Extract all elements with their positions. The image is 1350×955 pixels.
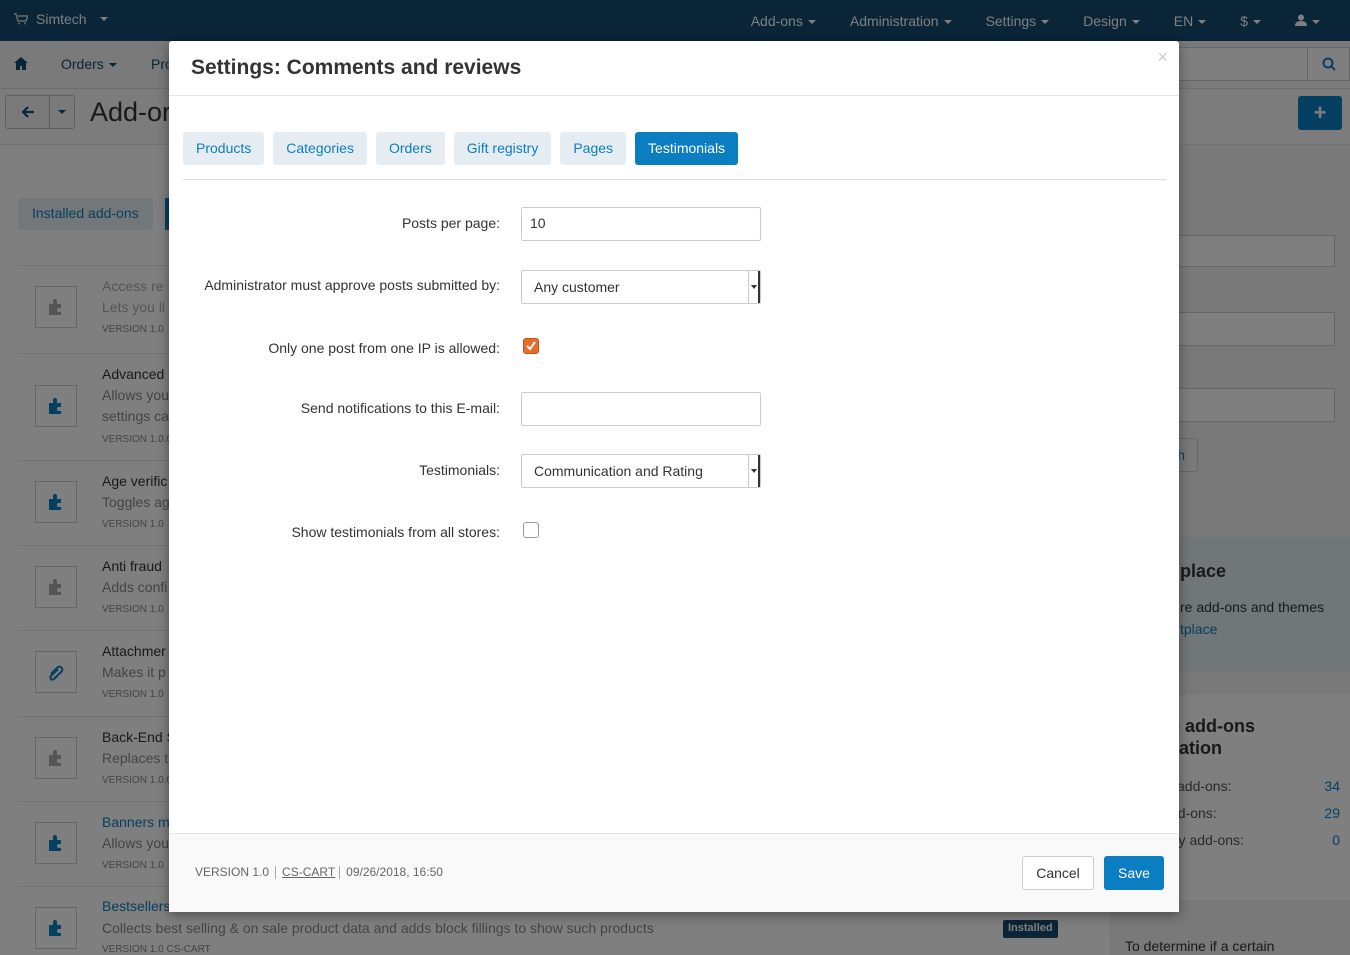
posts-per-page-label: Posts per page: — [401, 215, 500, 231]
tab-pages[interactable]: Pages — [560, 132, 627, 165]
testimonials-value: Communication and Rating — [534, 463, 703, 479]
dialog-title: Settings: Comments and reviews — [191, 56, 522, 79]
divider — [275, 866, 277, 880]
cancel-button[interactable]: Cancel — [1022, 856, 1094, 890]
settings-tabs: Products Categories Orders Gift registry… — [183, 132, 739, 165]
addon-meta: VERSION 1.0 CS-CART 09/26/2018, 16:50 — [195, 865, 443, 880]
one-post-per-ip-label: Only one post from one IP is allowed: — [268, 340, 500, 356]
checkmark-icon — [526, 341, 536, 351]
tab-gift-registry[interactable]: Gift registry — [453, 132, 552, 165]
close-icon[interactable]: × — [1157, 47, 1168, 68]
notification-email-input[interactable] — [521, 392, 761, 426]
tab-categories[interactable]: Categories — [273, 132, 367, 165]
testimonials-select[interactable]: Communication and Rating — [521, 454, 761, 488]
one-post-per-ip-checkbox[interactable] — [523, 338, 539, 354]
settings-dialog: Settings: Comments and reviews × Product… — [169, 41, 1179, 912]
chevron-down-icon — [748, 455, 760, 487]
chevron-down-icon — [748, 271, 760, 303]
divider — [339, 866, 341, 880]
tab-orders[interactable]: Orders — [375, 132, 445, 165]
posts-per-page-input[interactable]: 10 — [521, 207, 761, 241]
tab-products[interactable]: Products — [183, 132, 265, 165]
addon-date: 09/26/2018, 16:50 — [346, 865, 443, 879]
vendor-link[interactable]: CS-CART — [282, 865, 335, 879]
all-stores-label: Show testimonials from all stores: — [291, 524, 500, 540]
approve-posts-select[interactable]: Any customer — [521, 270, 761, 304]
divider — [183, 179, 1166, 180]
all-stores-checkbox[interactable] — [523, 522, 539, 538]
dialog-footer: VERSION 1.0 CS-CART 09/26/2018, 16:50 Canc… — [169, 834, 1179, 912]
approve-posts-value: Any customer — [534, 279, 620, 295]
approve-posts-label: Administrator must approve posts submitt… — [204, 277, 500, 293]
save-button[interactable]: Save — [1104, 856, 1164, 890]
notification-email-label: Send notifications to this E-mail: — [300, 400, 500, 416]
tab-testimonials[interactable]: Testimonials — [635, 132, 739, 165]
addon-version: VERSION 1.0 — [195, 865, 270, 879]
divider — [169, 95, 1179, 96]
testimonials-label: Testimonials: — [419, 462, 500, 478]
